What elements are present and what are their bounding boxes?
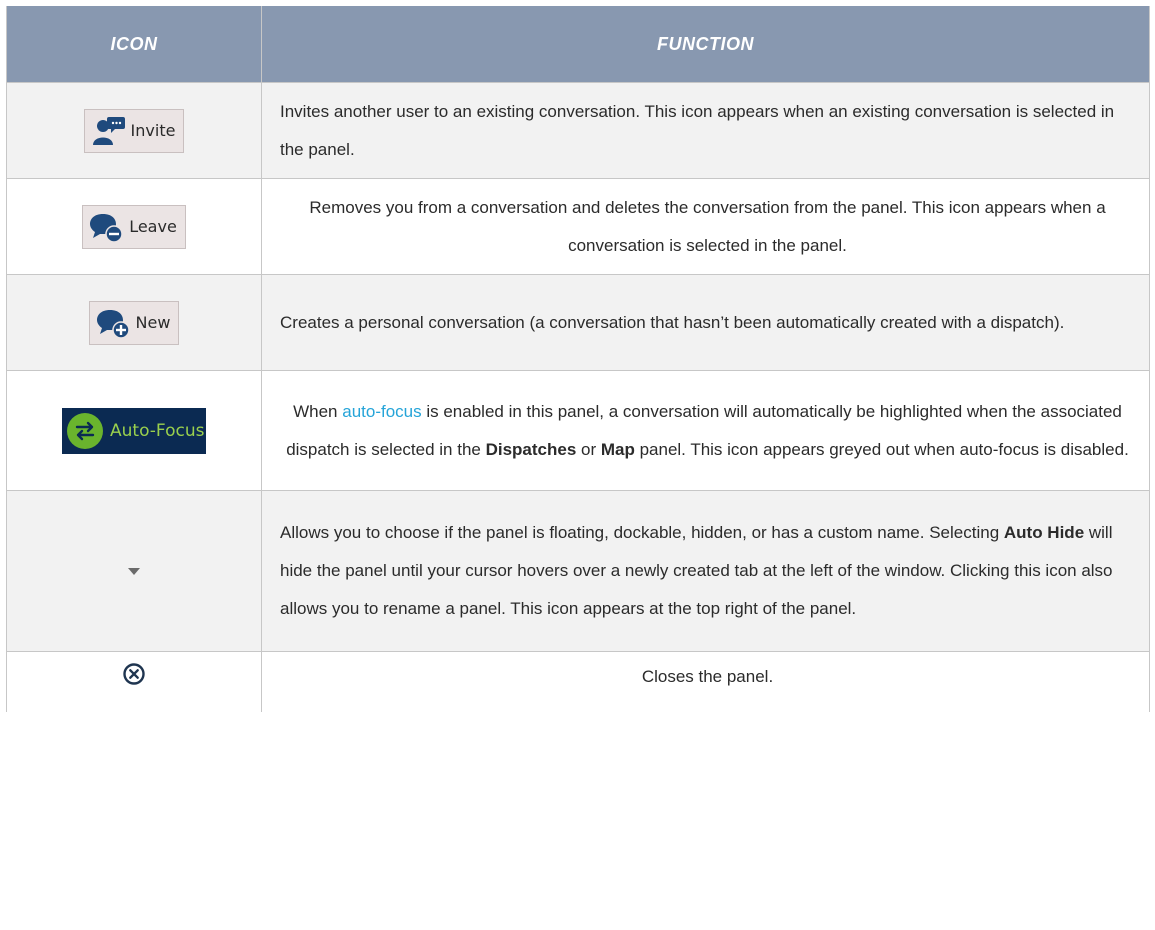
table-row: Allows you to choose if the panel is flo… bbox=[7, 491, 1149, 652]
table-header: ICON FUNCTION bbox=[7, 6, 1149, 83]
leave-button[interactable]: Leave bbox=[82, 204, 186, 249]
row-description: Creates a personal conversation (a conve… bbox=[280, 312, 1065, 332]
close-circle-icon[interactable] bbox=[122, 662, 146, 686]
header-function: FUNCTION bbox=[657, 33, 754, 54]
leave-icon bbox=[90, 213, 123, 243]
invite-label: Invite bbox=[130, 121, 176, 140]
new-button[interactable]: New bbox=[88, 300, 180, 345]
header-icon: ICON bbox=[7, 6, 262, 82]
row-description: Invites another user to an existing conv… bbox=[280, 101, 1115, 159]
table-row: Closes the panel. bbox=[7, 652, 1149, 712]
autofocus-button[interactable]: Auto-Focus bbox=[62, 407, 206, 454]
dropdown-caret-icon[interactable] bbox=[128, 567, 140, 575]
autofocus-link[interactable]: auto-focus bbox=[342, 402, 421, 421]
autofocus-icon bbox=[67, 412, 103, 449]
row-description: When auto-focus is enabled in this panel… bbox=[286, 401, 1129, 459]
leave-label: Leave bbox=[129, 217, 177, 236]
table-row: Invite Invites another user to an existi… bbox=[7, 83, 1149, 179]
new-label: New bbox=[135, 313, 171, 332]
invite-button[interactable]: Invite bbox=[83, 108, 185, 153]
invite-icon bbox=[92, 116, 125, 145]
icon-function-table: ICON FUNCTION Invite Invites another use… bbox=[6, 6, 1150, 712]
autofocus-label: Auto-Focus bbox=[110, 420, 205, 441]
row-description: Closes the panel. bbox=[641, 667, 774, 686]
row-description: Allows you to choose if the panel is flo… bbox=[280, 523, 1113, 618]
new-icon bbox=[96, 309, 130, 339]
row-description: Removes you from a conversation and dele… bbox=[309, 197, 1106, 255]
table-row: New Creates a personal conversation (a c… bbox=[7, 275, 1149, 371]
table-row: Leave Removes you from a conversation an… bbox=[7, 179, 1149, 275]
table-row: Auto-Focus When auto-focus is enabled in… bbox=[7, 371, 1149, 491]
